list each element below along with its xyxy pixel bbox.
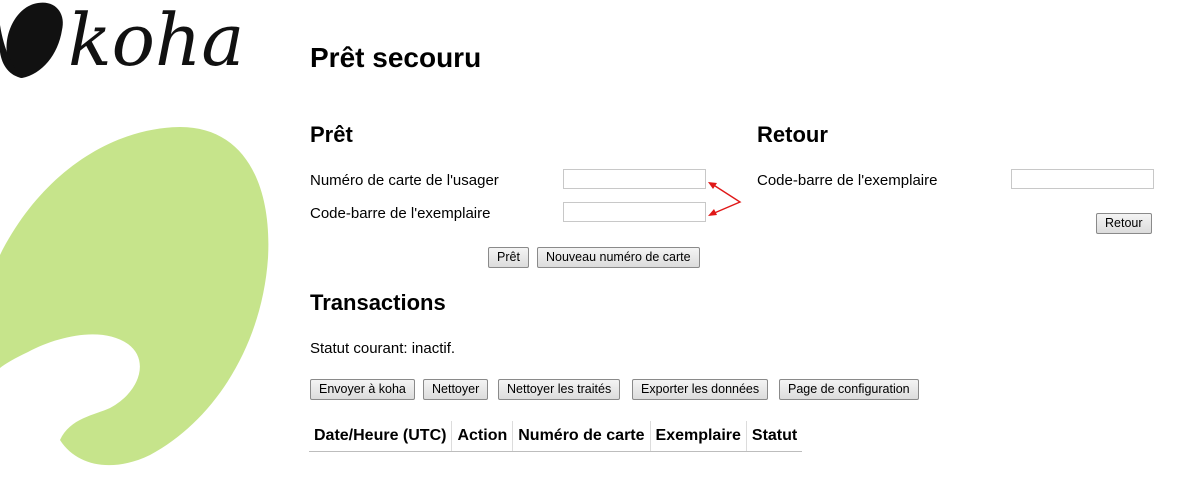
checkin-barcode-input[interactable] [1011,169,1154,189]
send-to-koha-button[interactable]: Envoyer à koha [310,379,415,400]
checkout-heading: Prêt [310,122,353,147]
checkin-barcode-label: Code-barre de l'exemplaire [757,172,938,189]
transactions-table: Date/Heure (UTC) Action Numéro de carte … [309,421,803,452]
logo-text: koha [68,0,245,82]
table-header-row: Date/Heure (UTC) Action Numéro de carte … [309,421,803,452]
clear-processed-button[interactable]: Nettoyer les traités [498,379,621,400]
green-leaf-shape [0,127,269,466]
column-header-datetime: Date/Heure (UTC) [309,421,453,452]
export-data-button[interactable]: Exporter les données [632,379,769,400]
koha-logo-icon [6,2,63,79]
patron-card-input[interactable] [563,169,706,189]
configuration-page-button[interactable]: Page de configuration [779,379,919,400]
column-header-item: Exemplaire [650,421,747,452]
checkout-barcode-label: Code-barre de l'exemplaire [310,205,491,222]
annotation-arrow-icon [708,182,742,216]
page-title: Prêt secouru [310,42,482,73]
transactions-heading: Transactions [310,290,446,315]
patron-card-label: Numéro de carte de l'usager [310,172,499,189]
status-text: Statut courant: inactif. [310,340,456,357]
checkout-barcode-input[interactable] [563,202,706,222]
column-header-card-number: Numéro de carte [512,421,651,452]
checkin-heading: Retour [757,122,828,147]
new-card-button[interactable]: Nouveau numéro de carte [537,247,700,268]
clear-button[interactable]: Nettoyer [423,379,489,400]
checkin-button[interactable]: Retour [1096,213,1152,234]
column-header-action: Action [451,421,514,452]
column-header-status: Statut [746,421,803,452]
checkout-button[interactable]: Prêt [488,247,529,268]
